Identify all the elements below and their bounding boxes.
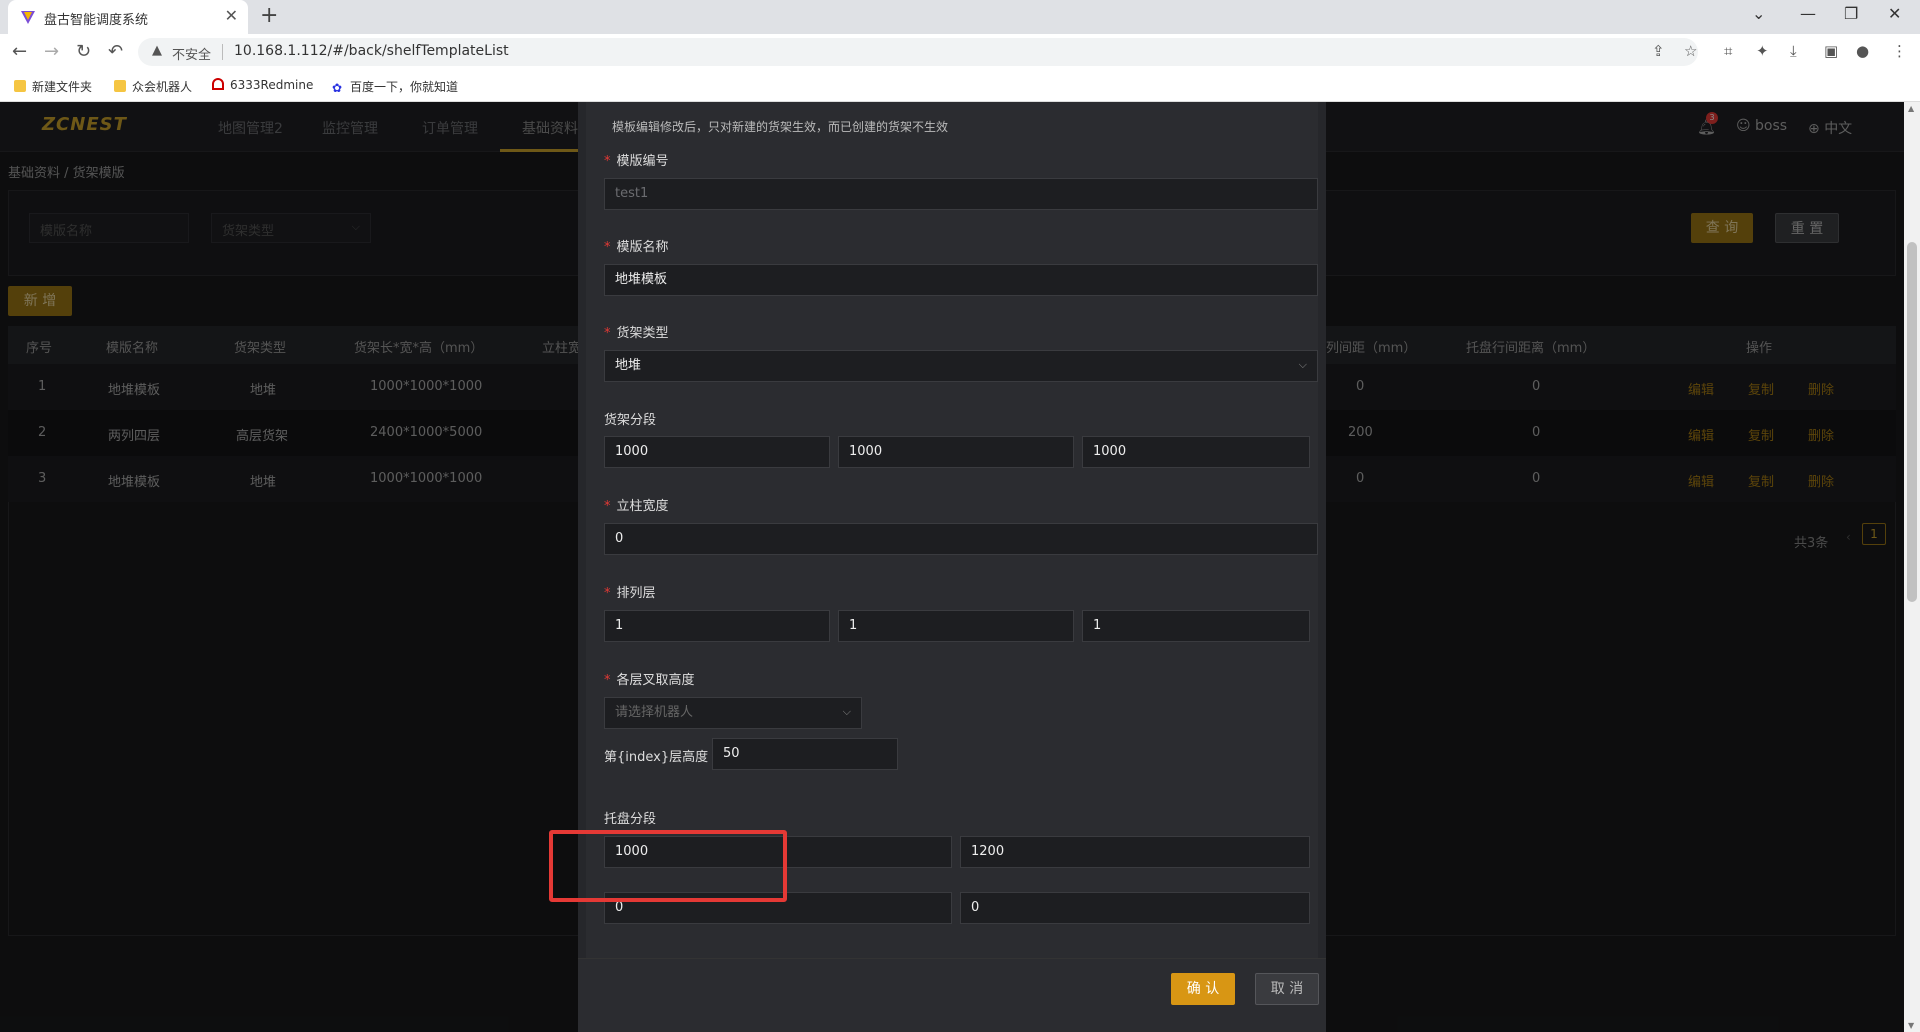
template-no-input[interactable]: test1 — [604, 178, 1318, 210]
omnibox-divider — [222, 44, 223, 60]
scroll-thumb[interactable] — [1907, 242, 1917, 602]
undo-icon[interactable]: ↶ — [108, 41, 123, 62]
folder-icon — [14, 80, 26, 92]
cancel-button[interactable]: 取 消 — [1255, 973, 1319, 1005]
tab-title: 盘古智能调度系统 — [44, 13, 149, 28]
shelf-segment-input-1[interactable]: 1000 — [604, 436, 830, 468]
robot-select[interactable]: 请选择机器人 ⌵ — [604, 697, 862, 729]
page-scrollbar[interactable]: ▲ ▼ — [1904, 102, 1920, 1032]
shelf-segment-input-2[interactable]: 1000 — [838, 436, 1074, 468]
tab-close-icon[interactable]: ✕ — [225, 6, 238, 25]
layer-height-input[interactable]: 50 — [712, 738, 898, 770]
fork-height-label: * 各层叉取高度 — [604, 673, 695, 688]
url-text[interactable]: 10.168.1.112/#/back/shelfTemplateList — [234, 43, 509, 59]
layer-height-label: 第{index}层高度 — [604, 750, 709, 765]
new-tab-icon[interactable]: + — [260, 3, 278, 28]
row-col-layer-label: * 排列层 — [604, 586, 656, 601]
bookmark-item[interactable]: 6333Redmine — [212, 78, 313, 92]
pallet-segment-input-4[interactable]: 0 — [960, 892, 1310, 924]
minimize-icon[interactable]: — — [1800, 4, 1816, 23]
browser-tab-strip: 盘古智能调度系统 ✕ + ⌄ — ❐ ✕ — [0, 0, 1920, 34]
redmine-icon — [212, 78, 224, 90]
scroll-up-icon[interactable]: ▲ — [1908, 104, 1914, 113]
app-root: ZCNEST 地图管理2 监控管理 订单管理 基础资料 🔔︎ 3 ☺ boss … — [0, 102, 1904, 1032]
download-icon[interactable]: ⤓ — [1790, 42, 1797, 60]
address-toolbar: ← → ↻ ↶ ▲ 不安全 10.168.1.112/#/back/shelfT… — [0, 34, 1920, 70]
pallet-segment-input-2[interactable]: 1200 — [960, 836, 1310, 868]
baidu-paw-icon: ✿ — [332, 81, 343, 95]
warning-icon: ▲ — [152, 43, 162, 58]
shelf-type-select[interactable]: 地堆 ⌵ — [604, 350, 1318, 382]
chevron-down-icon: ⌵ — [842, 705, 851, 718]
confirm-button[interactable]: 确 认 — [1171, 973, 1235, 1005]
bookmark-item[interactable]: 众会机器人 — [114, 78, 192, 95]
folder-icon — [114, 80, 126, 92]
bookmarks-bar: 新建文件夹 众会机器人 6333Redmine ✿ 百度一下，你就知道 — [0, 70, 1920, 102]
side-panel-icon[interactable]: ▣ — [1824, 42, 1838, 60]
shelf-segment-label: 货架分段 — [604, 413, 657, 428]
dialog-tip: 模板编辑修改后，只对新建的货架生效，而已创建的货架不生效 — [612, 120, 949, 134]
pillar-width-input[interactable]: 0 — [604, 523, 1318, 555]
menu-kebab-icon[interactable]: ⋮ — [1892, 42, 1907, 60]
restore-icon[interactable]: ❐ — [1844, 4, 1858, 23]
scroll-down-icon[interactable]: ▼ — [1908, 1021, 1914, 1030]
forward-icon[interactable]: → — [44, 41, 59, 62]
crop-icon[interactable]: ⌗ — [1724, 42, 1732, 60]
highlight-annotation — [549, 830, 787, 902]
bookmark-item[interactable]: ✿ 百度一下，你就知道 — [332, 78, 458, 95]
bookmark-item[interactable]: 新建文件夹 — [14, 78, 92, 95]
layer-input[interactable]: 1 — [1082, 610, 1310, 642]
share-icon[interactable]: ⇪ — [1652, 42, 1665, 60]
dialog-footer: 确 认 取 消 — [578, 958, 1326, 1032]
app-favicon-icon — [21, 11, 35, 24]
template-name-label: * 模版名称 — [604, 240, 669, 255]
pillar-width-label: * 立柱宽度 — [604, 499, 669, 514]
browser-tab[interactable]: 盘古智能调度系统 ✕ — [8, 0, 248, 34]
omnibox[interactable]: ▲ 不安全 10.168.1.112/#/back/shelfTemplateL… — [138, 38, 1698, 66]
extensions-icon[interactable]: ✦ — [1756, 42, 1769, 60]
pallet-segment-label: 托盘分段 — [604, 812, 657, 827]
shelf-type-label: * 货架类型 — [604, 326, 669, 341]
back-icon[interactable]: ← — [12, 41, 27, 62]
chevron-down-icon: ⌵ — [1298, 358, 1307, 371]
shelf-segment-input-3[interactable]: 1000 — [1082, 436, 1310, 468]
col-input[interactable]: 1 — [838, 610, 1074, 642]
tab-search-chevron-icon[interactable]: ⌄ — [1752, 4, 1765, 23]
reload-icon[interactable]: ↻ — [76, 41, 91, 62]
profile-avatar-icon[interactable]: ● — [1856, 42, 1869, 60]
insecure-label: 不安全 — [172, 48, 212, 63]
bookmark-star-icon[interactable]: ☆ — [1684, 42, 1697, 60]
window-close-icon[interactable]: ✕ — [1888, 4, 1901, 23]
template-name-input[interactable]: 地堆模板 — [604, 264, 1318, 296]
row-input[interactable]: 1 — [604, 610, 830, 642]
template-no-label: * 模版编号 — [604, 154, 669, 169]
